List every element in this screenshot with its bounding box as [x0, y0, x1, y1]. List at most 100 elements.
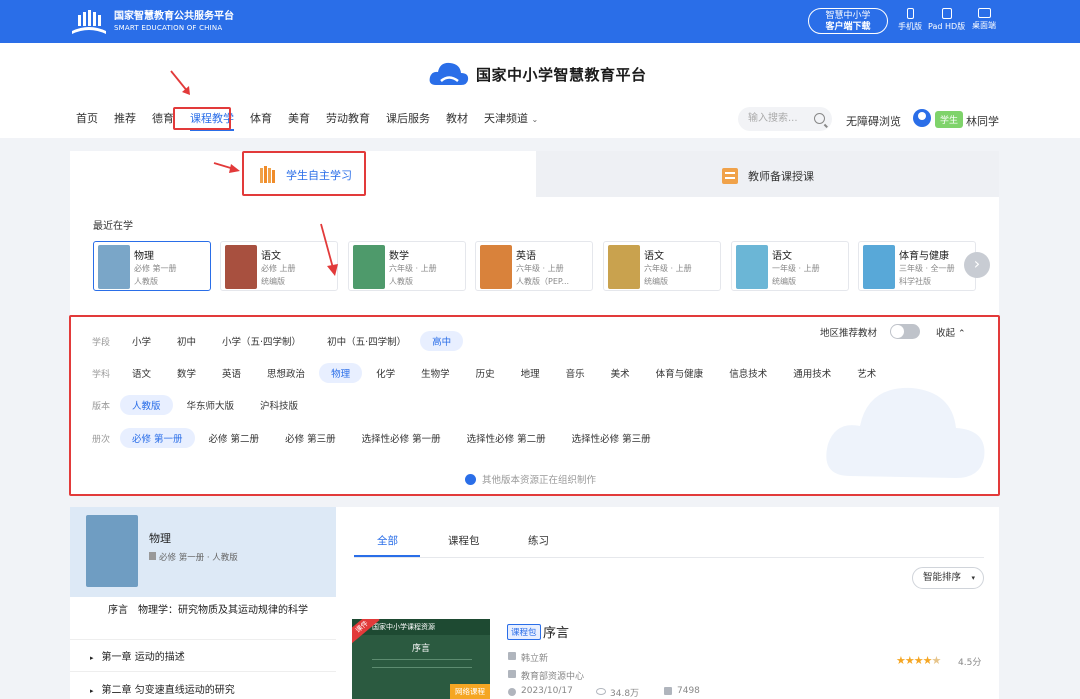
device-desktop-label: 桌面端 — [972, 21, 996, 30]
author-icon — [508, 652, 516, 660]
nav-sports[interactable]: 体育 — [244, 111, 278, 133]
nav-labor[interactable]: 劳动教育 — [320, 111, 376, 133]
book-sidebar: 物理 必修 第一册 · 人教版 序言 物理学：研究物质及其运动规律的科学 ▸ 第一… — [70, 507, 336, 699]
card-edition: 统编版 — [261, 277, 285, 286]
sort-label: 智能排序 — [923, 572, 962, 583]
book-logo-icon — [72, 10, 106, 34]
recent-card-math[interactable]: 数学 六年级 · 上册 人教版 — [348, 241, 466, 291]
thumb-badge: 网络课程 — [450, 684, 490, 699]
card-volume: 六年级 · 上册 — [516, 264, 564, 273]
tab-teacher-prep[interactable]: 教师备课授课 — [536, 151, 999, 197]
nav-arts[interactable]: 美育 — [282, 111, 316, 133]
user-avatar-icon[interactable] — [913, 109, 931, 127]
tab-exercises[interactable]: 练习 — [528, 533, 549, 548]
recent-card-chinese-2[interactable]: 语文 六年级 · 上册 统编版 — [603, 241, 721, 291]
course-package-tag: 课程包 — [507, 624, 541, 640]
highlight-box-filters — [69, 315, 1000, 496]
chevron-down-icon: ⌄ — [531, 115, 539, 124]
card-edition: 人教版 — [134, 277, 158, 286]
teacher-tab-label: 教师备课授课 — [748, 170, 814, 183]
nav-tianjin-label: 天津频道 — [484, 112, 528, 125]
course-thumbnail[interactable]: 国家中小学课程资源 课件 序言 网络课程 — [352, 619, 490, 699]
student-tab-label: 学生自主学习 — [286, 169, 352, 182]
search-icon[interactable] — [814, 113, 825, 124]
chapter-divider — [70, 639, 336, 640]
chapter-2[interactable]: ▸ 第二章 匀变速直线运动的研究 — [90, 681, 235, 696]
course-author: 韩立新 — [521, 654, 549, 664]
phone-icon — [906, 8, 914, 19]
card-title: 体育与健康 — [899, 251, 949, 262]
card-volume: 六年级 · 上册 — [644, 264, 692, 273]
rating-score: 4.5分 — [958, 658, 982, 668]
card-volume: 必修 上册 — [261, 264, 296, 273]
platform-title: 国家中小学智慧教育平台 — [476, 65, 647, 84]
device-desktop[interactable]: 桌面端 — [972, 8, 996, 31]
thumbs-up-icon — [664, 687, 672, 695]
chapter-preface[interactable]: 序言 物理学：研究物质及其运动规律的科学 — [108, 603, 314, 618]
highlight-box-nav — [173, 107, 231, 130]
download-line1: 智慧中小学 — [825, 11, 871, 21]
platform-logo[interactable]: 国家中小学智慧教育平台 — [428, 59, 647, 89]
card-volume: 六年级 · 上册 — [389, 264, 437, 273]
book-header: 物理 必修 第一册 · 人教版 — [70, 507, 336, 597]
annotation-arrow-icon — [320, 223, 338, 276]
card-title: 语文 — [261, 251, 281, 262]
card-title: 英语 — [516, 251, 536, 262]
book-cover-large — [86, 515, 138, 587]
thumb-lines — [372, 667, 472, 668]
card-edition: 统编版 — [644, 277, 668, 286]
tab-course-package[interactable]: 课程包 — [448, 533, 480, 548]
username[interactable]: 林同学 — [966, 113, 999, 129]
sort-dropdown[interactable]: 智能排序 ▾ — [912, 567, 984, 589]
accessibility-link[interactable]: 无障碍浏览 — [846, 113, 901, 129]
search-placeholder: 输入搜索... — [748, 113, 798, 124]
nav-home[interactable]: 首页 — [70, 111, 104, 133]
nav-recommend[interactable]: 推荐 — [108, 111, 142, 133]
course-likes: 7498 — [677, 686, 700, 696]
recent-card-physics[interactable]: 物理 必修 第一册 人教版 — [93, 241, 211, 291]
course-title[interactable]: 序言 — [543, 622, 569, 641]
nav-tianjin[interactable]: 天津频道 ⌄ — [478, 111, 544, 133]
search-input[interactable]: 输入搜索... — [738, 107, 832, 131]
thumb-lines — [372, 659, 472, 660]
tab-all[interactable]: 全部 — [377, 533, 398, 548]
book-cover — [608, 245, 640, 289]
nav-textbooks[interactable]: 教材 — [440, 111, 474, 133]
clock-icon — [508, 688, 516, 696]
book-cover — [480, 245, 512, 289]
device-pad[interactable]: Pad HD版 — [928, 8, 965, 32]
client-download-button[interactable]: 智慧中小学 客户端下载 — [808, 8, 888, 34]
brand[interactable]: 国家智慧教育公共服务平台 SMART EDUCATION OF CHINA — [70, 9, 234, 35]
chapter-label: 第二章 匀变速直线运动的研究 — [101, 685, 235, 696]
recent-card-chinese-3[interactable]: 语文 一年级 · 上册 统编版 — [731, 241, 849, 291]
recent-card-english[interactable]: 英语 六年级 · 上册 人教版（PEP... — [475, 241, 593, 291]
book-subtitle-text: 必修 第一册 · 人教版 — [159, 553, 238, 563]
recent-title: 最近在学 — [93, 221, 133, 232]
card-edition: 人教版（PEP... — [516, 277, 570, 286]
tabs-divider — [354, 557, 984, 558]
card-edition: 人教版 — [389, 277, 413, 286]
lesson-plan-icon — [722, 168, 738, 184]
book-cover — [863, 245, 895, 289]
thumb-title: 序言 — [411, 644, 430, 654]
site-header: 国家中小学智慧教育平台 首页 推荐 德育 课程教学 体育 美育 劳动教育 课后服… — [0, 43, 1080, 138]
card-edition: 统编版 — [772, 277, 796, 286]
recent-card-pe[interactable]: 体育与健康 三年级 · 全一册 科学社版 — [858, 241, 976, 291]
book-cover — [98, 245, 130, 289]
chapter-1[interactable]: ▸ 第一章 运动的描述 — [90, 648, 185, 663]
chevron-right-icon[interactable]: › — [964, 252, 990, 278]
book-small-icon — [149, 552, 156, 560]
org-name-en: SMART EDUCATION OF CHINA — [114, 24, 223, 32]
main-nav: 首页 推荐 德育 课程教学 体育 美育 劳动教育 课后服务 教材 天津频道 ⌄ — [70, 111, 548, 133]
resource-list: 全部 课程包 练习 智能排序 ▾ 国家中小学课程资源 课件 序言 网络课程 课程… — [336, 507, 999, 699]
book-title: 物理 — [149, 532, 171, 545]
book-cover — [736, 245, 768, 289]
device-mobile-label: 手机版 — [898, 22, 922, 31]
highlight-box-student-tab: 学生自主学习 — [242, 151, 366, 196]
device-mobile[interactable]: 手机版 — [898, 8, 922, 32]
card-volume: 必修 第一册 — [134, 264, 177, 273]
role-badge: 学生 — [935, 111, 964, 128]
annotation-arrow-icon — [170, 70, 190, 95]
book-cover — [225, 245, 257, 289]
nav-after-school[interactable]: 课后服务 — [380, 111, 436, 133]
